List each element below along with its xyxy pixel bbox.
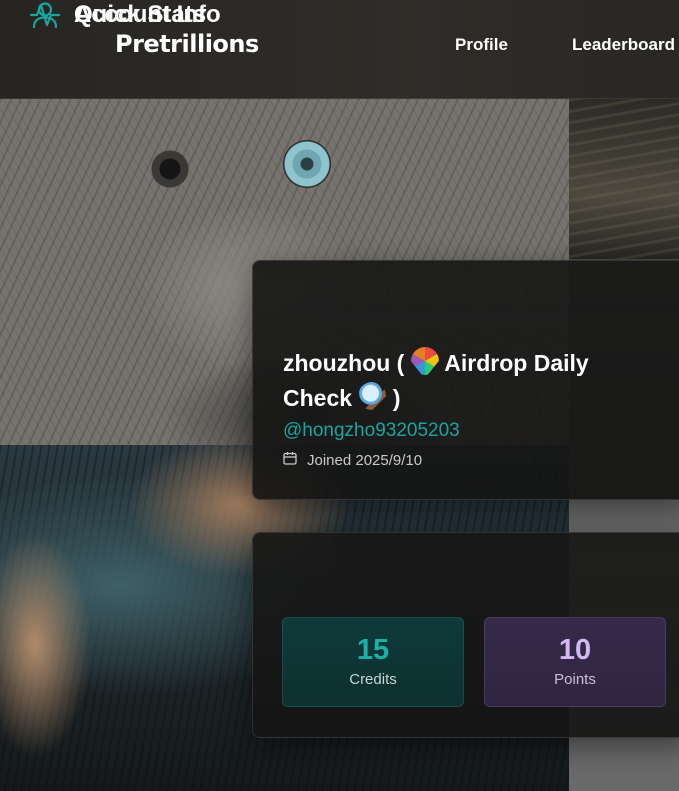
activity-icon (30, 0, 60, 30)
points-label: Points (554, 671, 596, 688)
quick-stats-header: Quick Stats (30, 0, 206, 30)
quick-stats-title: Quick Stats (74, 1, 207, 28)
display-name-prefix: zhouzhou ( (283, 350, 405, 376)
background-artwork-dark (569, 99, 679, 259)
brand-logo[interactable]: Pretrillions (115, 30, 259, 58)
display-name-suffix: ) (392, 385, 401, 411)
calendar-icon (283, 451, 297, 469)
parachute-icon (410, 347, 439, 375)
joined-text: Joined 2025/9/10 (307, 451, 423, 469)
points-value: 10 (558, 634, 592, 666)
credits-stat: 15 Credits (282, 617, 464, 707)
nav-profile-link[interactable]: Profile (455, 35, 508, 55)
credits-value: 15 (356, 634, 390, 666)
joined-date: Joined 2025/9/10 (283, 451, 422, 469)
display-name: zhouzhou ( Airdrop Daily Check ) (283, 346, 653, 416)
points-stat: 10 Points (484, 617, 666, 707)
nav-leaderboard-link[interactable]: Leaderboard (572, 35, 675, 55)
credits-label: Credits (349, 671, 397, 688)
artwork-detail-eye-blue (283, 140, 331, 188)
magnifier-icon (358, 382, 387, 410)
artwork-detail-eye (150, 150, 190, 188)
user-handle-link[interactable]: @hongzho93205203 (283, 420, 460, 442)
